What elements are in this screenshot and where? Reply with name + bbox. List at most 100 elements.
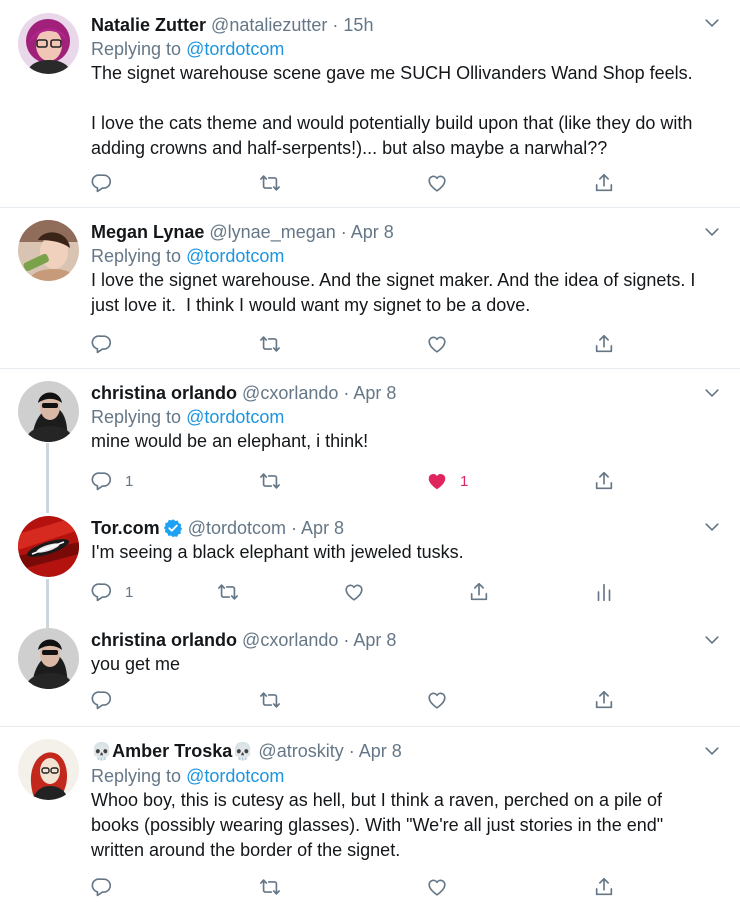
reply-icon bbox=[91, 470, 113, 492]
separator-dot: · bbox=[291, 518, 298, 538]
author-name[interactable]: Megan Lynae bbox=[91, 222, 204, 242]
avatar[interactable] bbox=[18, 220, 79, 281]
retweet-button[interactable] bbox=[259, 329, 281, 359]
share-button[interactable] bbox=[593, 466, 615, 496]
reply-icon bbox=[91, 689, 113, 711]
tweet[interactable]: christina orlando @cxorlando · Apr 8 you… bbox=[0, 620, 740, 726]
like-button[interactable] bbox=[426, 168, 448, 198]
thread-connector bbox=[46, 505, 49, 513]
tweet[interactable]: christina orlando @cxorlando · Apr 8 Rep… bbox=[0, 368, 740, 506]
retweet-icon bbox=[259, 333, 281, 355]
avatar[interactable] bbox=[18, 381, 79, 442]
chevron-down-icon[interactable] bbox=[702, 13, 722, 33]
replying-to: Replying to @tordotcom bbox=[91, 764, 696, 788]
timestamp[interactable]: Apr 8 bbox=[351, 222, 394, 242]
chevron-down-icon[interactable] bbox=[702, 222, 722, 242]
reply-button[interactable] bbox=[91, 685, 113, 715]
avatar[interactable] bbox=[18, 739, 79, 800]
author-name[interactable]: christina orlando bbox=[91, 630, 237, 650]
retweet-button[interactable] bbox=[259, 685, 281, 715]
skull-icon: 💀 bbox=[232, 742, 254, 762]
thread-connector bbox=[46, 443, 49, 506]
share-button[interactable] bbox=[468, 577, 490, 607]
author-handle[interactable]: @cxorlando bbox=[242, 630, 338, 650]
share-icon bbox=[593, 333, 615, 355]
retweet-button[interactable] bbox=[259, 168, 281, 198]
mention-link[interactable]: @tordotcom bbox=[186, 246, 284, 266]
timestamp[interactable]: 15h bbox=[343, 15, 373, 35]
timestamp[interactable]: Apr 8 bbox=[301, 518, 344, 538]
author-name[interactable]: Natalie Zutter bbox=[91, 15, 206, 35]
share-button[interactable] bbox=[593, 685, 615, 715]
author-handle[interactable]: @nataliezutter bbox=[211, 15, 327, 35]
reply-button[interactable]: 1 bbox=[91, 577, 133, 607]
author-name[interactable]: christina orlando bbox=[91, 383, 237, 403]
reply-count: 1 bbox=[125, 472, 134, 490]
heart-icon bbox=[426, 333, 448, 355]
reply-button[interactable]: 1 bbox=[91, 466, 133, 496]
mention-link[interactable]: @tordotcom bbox=[186, 39, 284, 59]
tweet-text: you get me bbox=[91, 654, 181, 674]
separator-dot: · bbox=[348, 741, 355, 761]
timestamp[interactable]: Apr 8 bbox=[353, 630, 396, 650]
like-button[interactable] bbox=[343, 577, 365, 607]
avatar[interactable] bbox=[18, 516, 79, 577]
replying-to-label: Replying to bbox=[91, 246, 182, 266]
tweet-text: I'm seeing a black elephant with jeweled… bbox=[91, 542, 464, 562]
like-count: 1 bbox=[460, 472, 469, 490]
chevron-down-icon[interactable] bbox=[702, 383, 722, 403]
tweet-text: I love the signet warehouse. And the sig… bbox=[91, 270, 701, 315]
retweet-button[interactable] bbox=[217, 577, 239, 607]
share-icon bbox=[593, 689, 615, 711]
like-button[interactable] bbox=[426, 685, 448, 715]
tweet-text: The signet warehouse scene gave me SUCH … bbox=[91, 63, 693, 158]
share-button[interactable] bbox=[593, 872, 615, 902]
chevron-down-icon[interactable] bbox=[702, 630, 722, 650]
like-button[interactable] bbox=[426, 329, 448, 359]
author-handle[interactable]: @lynae_megan bbox=[209, 222, 335, 242]
chevron-down-icon[interactable] bbox=[702, 741, 722, 761]
retweet-icon bbox=[259, 470, 281, 492]
reply-button[interactable] bbox=[91, 329, 113, 359]
reply-button[interactable] bbox=[91, 168, 113, 198]
reply-icon bbox=[91, 333, 113, 355]
separator-dot: · bbox=[340, 222, 347, 242]
tweet[interactable]: Tor.com @tordotcom · Apr 8 I'm seeing a … bbox=[0, 505, 740, 620]
tweet[interactable]: 💀Amber Troska💀 @atroskity · Apr 8 Replyi… bbox=[0, 726, 740, 911]
mention-link[interactable]: @tordotcom bbox=[186, 407, 284, 427]
tweet[interactable]: Natalie Zutter @nataliezutter · 15h Repl… bbox=[0, 0, 740, 207]
author-handle[interactable]: @tordotcom bbox=[188, 518, 286, 538]
heart-icon bbox=[426, 876, 448, 898]
heart-icon bbox=[343, 581, 365, 603]
author-handle[interactable]: @cxorlando bbox=[242, 383, 338, 403]
author-name[interactable]: Amber Troska bbox=[112, 741, 232, 761]
analytics-button[interactable] bbox=[593, 577, 615, 607]
like-button[interactable] bbox=[426, 872, 448, 902]
retweet-icon bbox=[217, 581, 239, 603]
reply-icon bbox=[91, 876, 113, 898]
reply-icon bbox=[91, 172, 113, 194]
author-name[interactable]: Tor.com bbox=[91, 518, 160, 538]
like-button[interactable]: 1 bbox=[426, 466, 468, 496]
reply-icon bbox=[91, 581, 113, 603]
share-button[interactable] bbox=[593, 329, 615, 359]
reply-button[interactable] bbox=[91, 872, 113, 902]
tweet[interactable]: Megan Lynae @lynae_megan · Apr 8 Replyin… bbox=[0, 207, 740, 368]
mention-link[interactable]: @tordotcom bbox=[186, 766, 284, 786]
replying-to: Replying to @tordotcom bbox=[91, 37, 696, 61]
timestamp[interactable]: Apr 8 bbox=[353, 383, 396, 403]
skull-icon: 💀 bbox=[91, 742, 113, 762]
share-icon bbox=[593, 470, 615, 492]
separator-dot: · bbox=[332, 15, 339, 35]
chevron-down-icon[interactable] bbox=[702, 517, 722, 537]
separator-dot: · bbox=[343, 383, 350, 403]
share-button[interactable] bbox=[593, 168, 615, 198]
avatar[interactable] bbox=[18, 13, 79, 74]
retweet-button[interactable] bbox=[259, 466, 281, 496]
author-handle[interactable]: @atroskity bbox=[258, 741, 343, 761]
reply-count: 1 bbox=[125, 583, 134, 601]
avatar[interactable] bbox=[18, 628, 79, 689]
retweet-icon bbox=[259, 876, 281, 898]
timestamp[interactable]: Apr 8 bbox=[359, 741, 402, 761]
retweet-button[interactable] bbox=[259, 872, 281, 902]
